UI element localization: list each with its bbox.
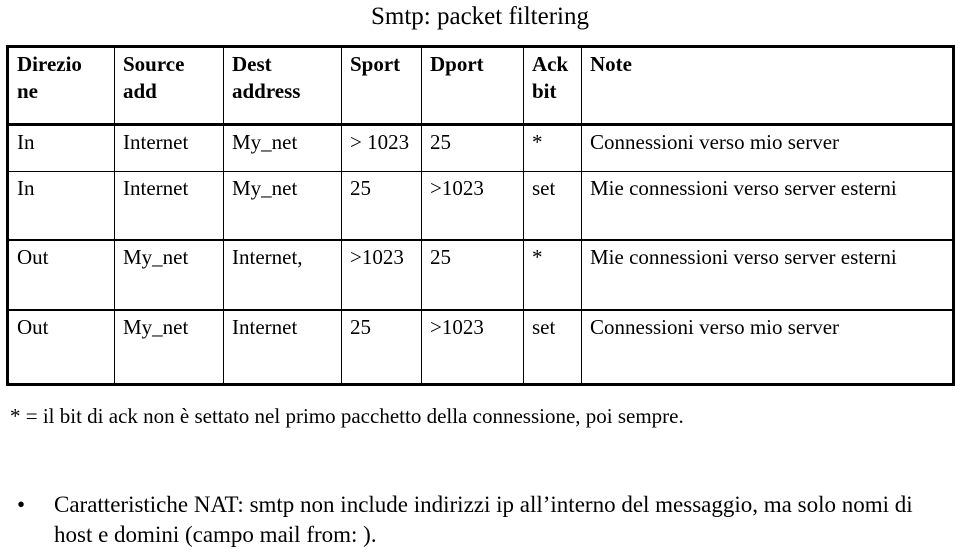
cell-dest-address: Internet, [223, 239, 342, 311]
cell-dest-address: My_net [223, 124, 342, 172]
cell-note: Mie connessioni verso server esterni [581, 239, 954, 311]
column-header-dport-line1: Dport [430, 52, 484, 76]
cell-direzione: Out [7, 309, 115, 385]
cell-source-add: Internet [114, 124, 224, 172]
packet-filtering-table: Direzio ne Source add Dest address Sport… [6, 45, 955, 386]
cell-sport: 25 [341, 171, 422, 241]
column-header-source-add-line2: add [123, 79, 157, 103]
column-header-ack-bit: Ack bit [523, 46, 582, 126]
table-row: In Internet My_net > 1023 25 * Connessio… [7, 124, 954, 172]
cell-note: Connessioni verso mio server [581, 124, 954, 172]
column-header-direzione-line1: Direzio [17, 52, 82, 76]
table-row: Out My_net Internet, >1023 25 * Mie conn… [7, 239, 954, 311]
cell-sport: 25 [341, 309, 422, 385]
column-header-dest-address: Dest address [223, 46, 342, 126]
slide-canvas: Smtp: packet filtering Direzio ne Source… [0, 0, 960, 556]
cell-dport: >1023 [421, 309, 524, 385]
cell-sport: >1023 [341, 239, 422, 311]
table-row: Out My_net Internet 25 >1023 set Conness… [7, 309, 954, 385]
table-row: In Internet My_net 25 >1023 set Mie conn… [7, 171, 954, 241]
cell-direzione: In [7, 171, 115, 241]
column-header-dport: Dport [421, 46, 524, 126]
column-header-dest-address-line1: Dest [232, 52, 272, 76]
list-item: • Caratteristiche NAT: smtp non include … [12, 490, 942, 550]
ack-bit-footnote: * = il bit di ack non è settato nel prim… [10, 404, 684, 428]
column-header-note: Note [581, 46, 954, 126]
cell-dest-address: Internet [223, 309, 342, 385]
cell-dest-address: My_net [223, 171, 342, 241]
cell-note: Connessioni verso mio server [581, 309, 954, 385]
bullet-point-icon: • [17, 492, 26, 517]
cell-source-add: My_net [114, 309, 224, 385]
column-header-ack-bit-line1: Ack [532, 52, 569, 76]
column-header-ack-bit-line2: bit [532, 79, 557, 103]
column-header-source-add: Source add [114, 46, 224, 126]
cell-dport: 25 [421, 124, 524, 172]
bullet-list: • Caratteristiche NAT: smtp non include … [12, 490, 942, 550]
column-header-sport: Sport [341, 46, 422, 126]
page-title: Smtp: packet filtering [370, 3, 589, 30]
cell-ack-bit: set [523, 309, 582, 385]
cell-ack-bit: set [523, 171, 582, 241]
cell-sport: > 1023 [341, 124, 422, 172]
table-header-row: Direzio ne Source add Dest address Sport… [7, 46, 954, 126]
column-header-note-line1: Note [590, 52, 632, 76]
column-header-direzione-line2: ne [17, 79, 38, 103]
cell-source-add: My_net [114, 239, 224, 311]
cell-dport: 25 [421, 239, 524, 311]
cell-direzione: In [7, 124, 115, 172]
cell-direzione: Out [7, 239, 115, 311]
column-header-sport-line1: Sport [350, 52, 401, 76]
cell-note: Mie connessioni verso server esterni [581, 171, 954, 241]
cell-ack-bit: * [523, 124, 582, 172]
column-header-direzione: Direzio ne [7, 46, 115, 126]
cell-ack-bit: * [523, 239, 582, 311]
cell-dport: >1023 [421, 171, 524, 241]
cell-source-add: Internet [114, 171, 224, 241]
column-header-source-add-line1: Source [123, 52, 185, 76]
column-header-dest-address-line2: address [232, 79, 301, 103]
list-item-label: Caratteristiche NAT: smtp non include in… [54, 492, 913, 547]
